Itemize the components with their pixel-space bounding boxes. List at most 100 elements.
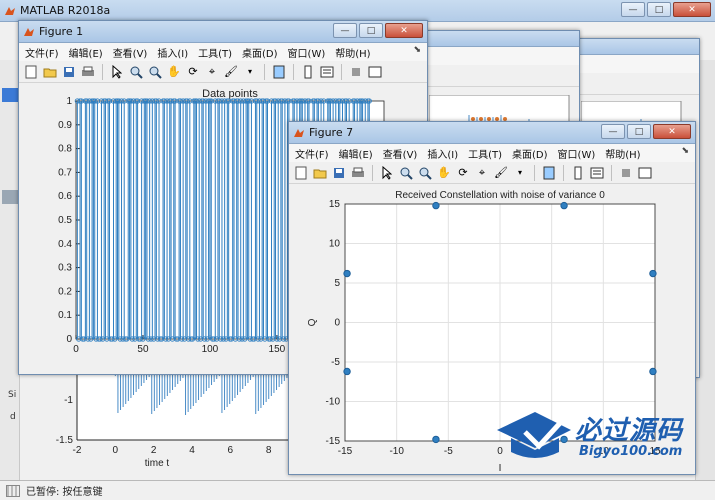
- data-cursor-icon[interactable]: ⌖: [204, 64, 220, 80]
- pointer-icon[interactable]: [109, 64, 125, 80]
- menu-edit[interactable]: 编辑(E): [339, 146, 373, 161]
- link-icon[interactable]: ▾: [512, 165, 528, 181]
- toolbar-separator: [102, 63, 103, 80]
- main-minimize-button[interactable]: —: [621, 2, 645, 17]
- y-tick-label: 0.2: [58, 286, 72, 297]
- bg-fig3-titlebar: [561, 39, 699, 55]
- watermark-en-text: Bigyo100.com: [579, 444, 683, 459]
- fig1-minimize-button[interactable]: —: [333, 23, 357, 38]
- y-tick-label: 0.6: [58, 191, 72, 202]
- fig1-maximize-button[interactable]: □: [359, 23, 383, 38]
- y-tick-label: 1: [66, 96, 72, 107]
- new-figure-icon[interactable]: [293, 165, 309, 181]
- menu-tools[interactable]: 工具(T): [468, 146, 502, 161]
- pan-hand-icon[interactable]: ✋: [166, 64, 182, 80]
- y-tick-label: 5: [334, 278, 340, 289]
- hide-tools-icon[interactable]: [348, 64, 364, 80]
- menu-file[interactable]: 文件(F): [295, 146, 329, 161]
- menu-desktop[interactable]: 桌面(D): [242, 45, 278, 60]
- rotate-icon[interactable]: ⟳: [455, 165, 471, 181]
- y-tick-label: -15: [326, 436, 341, 447]
- fig1-close-button[interactable]: ✕: [385, 23, 423, 38]
- brush-icon[interactable]: 🖌: [223, 64, 239, 80]
- rotate-icon[interactable]: ⟳: [185, 64, 201, 80]
- new-figure-icon[interactable]: [23, 64, 39, 80]
- legend-icon[interactable]: [300, 64, 316, 80]
- show-tools-icon[interactable]: [367, 64, 383, 80]
- bg-x-tick-label: 6: [228, 445, 234, 456]
- x-tick-label: 100: [202, 344, 219, 355]
- print-icon[interactable]: [80, 64, 96, 80]
- zoom-in-icon[interactable]: [128, 64, 144, 80]
- y-tick-label: 0.3: [58, 263, 72, 274]
- zoom-out-icon[interactable]: [417, 165, 433, 181]
- fig7-minimize-button[interactable]: —: [601, 124, 625, 139]
- y-axis-label: Q: [307, 318, 318, 326]
- zoom-in-icon[interactable]: [398, 165, 414, 181]
- bg-fig2-titlebar: [421, 31, 579, 47]
- menubar-arrow-icon[interactable]: ⬊: [681, 146, 689, 156]
- link-icon[interactable]: ▾: [242, 64, 258, 80]
- property-editor-icon[interactable]: [589, 165, 605, 181]
- bg-x-tick-label: -2: [73, 445, 82, 456]
- watermark-cn-text: 必过源码: [575, 416, 684, 446]
- fig7-close-button[interactable]: ✕: [653, 124, 691, 139]
- matlab-logo-icon: [5, 6, 15, 15]
- open-file-icon[interactable]: [42, 64, 58, 80]
- colorbar-icon[interactable]: [541, 165, 557, 181]
- menu-help[interactable]: 帮助(H): [335, 45, 370, 60]
- bg-x-tick-label: 8: [266, 445, 272, 456]
- menu-insert[interactable]: 插入(I): [427, 146, 458, 161]
- y-tick-label: 15: [329, 199, 341, 210]
- toolbar-separator: [293, 63, 294, 80]
- left-panel-strip: [2, 190, 18, 204]
- menu-view[interactable]: 查看(V): [113, 45, 148, 60]
- menu-view[interactable]: 查看(V): [383, 146, 418, 161]
- legend-icon[interactable]: [570, 165, 586, 181]
- bg-x-tick-label: 2: [151, 445, 157, 456]
- toolbar-separator: [534, 164, 535, 181]
- main-close-button[interactable]: ✕: [673, 2, 711, 17]
- toolbar-separator: [341, 63, 342, 80]
- save-icon[interactable]: [61, 64, 77, 80]
- property-editor-icon[interactable]: [319, 64, 335, 80]
- menu-edit[interactable]: 编辑(E): [69, 45, 103, 60]
- zoom-out-icon[interactable]: [147, 64, 163, 80]
- fig1-menubar: 文件(F) 编辑(E) 查看(V) 插入(I) 工具(T) 桌面(D) 窗口(W…: [19, 43, 427, 61]
- y-tick-label: 10: [329, 239, 341, 250]
- toolbar-separator: [264, 63, 265, 80]
- menu-insert[interactable]: 插入(I): [157, 45, 188, 60]
- status-grip-icon: [6, 484, 20, 497]
- menu-help[interactable]: 帮助(H): [605, 146, 640, 161]
- menu-file[interactable]: 文件(F): [25, 45, 59, 60]
- brush-icon[interactable]: 🖌: [493, 165, 509, 181]
- constellation-point: [343, 269, 351, 278]
- left-panel-label-d: d: [10, 412, 16, 422]
- constellation-point: [432, 201, 440, 210]
- data-cursor-icon[interactable]: ⌖: [474, 165, 490, 181]
- bg-fig2-toolbar: [421, 65, 579, 87]
- bg-x-tick-label: 4: [189, 445, 195, 456]
- constellation-point: [343, 367, 351, 376]
- menubar-arrow-icon[interactable]: ⬊: [413, 45, 421, 55]
- open-file-icon[interactable]: [312, 165, 328, 181]
- show-tools-icon[interactable]: [637, 165, 653, 181]
- pointer-icon[interactable]: [379, 165, 395, 181]
- menu-desktop[interactable]: 桌面(D): [512, 146, 548, 161]
- main-maximize-button[interactable]: □: [647, 2, 671, 17]
- print-icon[interactable]: [350, 165, 366, 181]
- menu-tools[interactable]: 工具(T): [198, 45, 232, 60]
- y-tick-label: 0.7: [58, 167, 72, 178]
- bg-x-axis-label: time t: [145, 458, 170, 469]
- save-icon[interactable]: [331, 165, 347, 181]
- y-tick-label: -5: [331, 357, 340, 368]
- menu-window[interactable]: 窗口(W): [558, 146, 596, 161]
- colorbar-icon[interactable]: [271, 64, 287, 80]
- figure-7-titlebar: Figure 7 — □ ✕: [289, 122, 695, 144]
- menu-window[interactable]: 窗口(W): [288, 45, 326, 60]
- fig7-maximize-button[interactable]: □: [627, 124, 651, 139]
- pan-hand-icon[interactable]: ✋: [436, 165, 452, 181]
- toolbar-separator: [611, 164, 612, 181]
- left-panel-tab[interactable]: [2, 88, 18, 102]
- hide-tools-icon[interactable]: [618, 165, 634, 181]
